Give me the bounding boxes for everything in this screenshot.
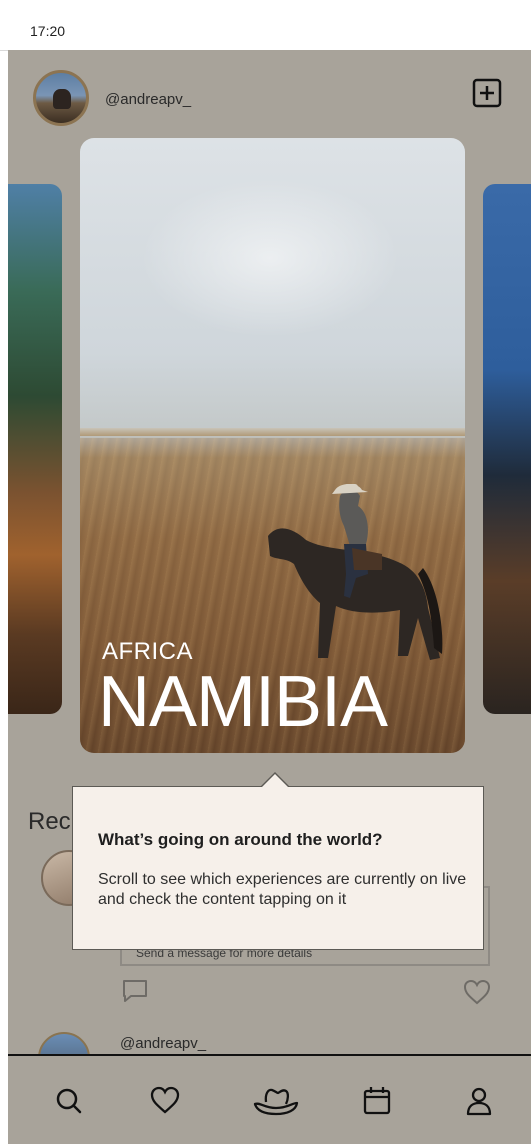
nav-search[interactable] — [52, 1084, 86, 1118]
status-bar: 17:20 — [0, 0, 531, 51]
heart-outline-icon — [463, 979, 491, 1005]
heart-icon — [150, 1086, 180, 1114]
status-time: 17:20 — [30, 23, 66, 39]
comment-icon — [123, 980, 147, 1002]
post-username[interactable]: @andreapv_ — [120, 1035, 206, 1052]
carousel-card-next[interactable] — [483, 184, 531, 714]
like-button[interactable] — [462, 978, 492, 1006]
carousel-card-previous[interactable] — [8, 184, 62, 714]
tooltip-arrow-fill — [261, 774, 289, 788]
tooltip-title: What’s going on around the world? — [98, 830, 383, 849]
header-username[interactable]: @andreapv_ — [105, 91, 191, 108]
app-screen: @andreapv_ AFRICA NAMIBIA Rec Send a mes… — [8, 50, 531, 1144]
onboarding-tooltip[interactable]: What’s going on around the world? Scroll… — [72, 786, 484, 950]
tooltip-body: Scroll to see which experiences are curr… — [98, 871, 467, 908]
search-icon — [56, 1088, 82, 1114]
bottom-nav — [8, 1054, 531, 1144]
destination-title: NAMIBIA — [98, 662, 388, 742]
profile-avatar[interactable] — [33, 70, 89, 126]
cowboy-hat-icon — [253, 1088, 299, 1116]
profile-icon — [466, 1087, 492, 1116]
section-heading: Rec — [28, 808, 71, 835]
horse-rider-image — [268, 484, 443, 660]
carousel-card-namibia[interactable]: AFRICA NAMIBIA — [80, 138, 465, 753]
calendar-icon — [363, 1087, 391, 1115]
nav-experiences[interactable] — [252, 1084, 300, 1118]
add-post-button[interactable] — [472, 78, 502, 108]
comment-button[interactable] — [121, 978, 149, 1004]
nav-calendar[interactable] — [360, 1084, 394, 1118]
nav-profile[interactable] — [462, 1084, 496, 1118]
plus-square-icon — [472, 78, 502, 108]
nav-favorites[interactable] — [148, 1084, 182, 1118]
